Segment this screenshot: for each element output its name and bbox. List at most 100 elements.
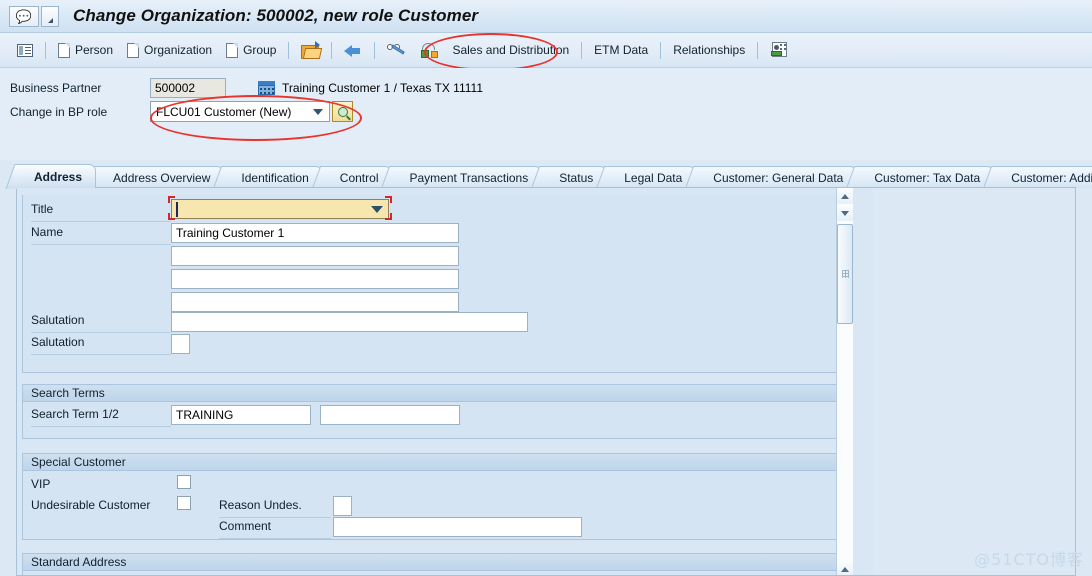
tab-label: Address — [34, 169, 83, 184]
search-term-2-input[interactable] — [320, 405, 460, 425]
toolbar-separator — [374, 41, 376, 59]
comment-input[interactable] — [333, 517, 582, 537]
name-group-body: Title Name Training Customer 1 Salutatio… — [23, 195, 849, 371]
scroll-grip-icon — [842, 270, 849, 278]
bp-role-row: Change in BP role FLCU01 Customer (New) — [10, 101, 353, 122]
toolbar-label-etm-data: ETM Data — [594, 43, 649, 57]
required-corner-marker — [385, 213, 392, 220]
tab-label: Customer: Tax Data — [874, 170, 981, 185]
field-underline — [219, 517, 331, 518]
tab-label: Control — [339, 170, 379, 185]
salutation-input-2[interactable] — [171, 334, 190, 354]
name-input-1[interactable]: Training Customer 1 — [171, 223, 459, 243]
glasses-pencil-icon — [387, 43, 407, 58]
toolbar-button-display-change[interactable] — [380, 38, 414, 63]
tab-customer-additional-data[interactable]: Customer: Additio — [993, 166, 1092, 188]
name-input-3[interactable] — [171, 269, 459, 289]
toolbar-separator — [757, 41, 759, 59]
field-underline — [219, 538, 331, 539]
toolbar-separator — [581, 41, 583, 59]
standard-address-group-title: Standard Address — [23, 554, 849, 571]
tab-legal-data[interactable]: Legal Data — [606, 166, 697, 188]
toolbar-button-back[interactable] — [337, 38, 369, 63]
bp-role-label: Change in BP role — [10, 104, 108, 119]
tab-customer-tax-data[interactable]: Customer: Tax Data — [856, 166, 995, 188]
salutation-label-1: Salutation — [31, 313, 85, 327]
field-underline — [31, 244, 171, 245]
business-partner-row: Business Partner 500002 Training Custome… — [10, 77, 483, 98]
scroll-up-icon — [841, 193, 849, 199]
scrollbar-thumb[interactable] — [837, 224, 853, 324]
tab-content-panel: Title Name Training Customer 1 Salutatio… — [16, 187, 1076, 576]
search-terms-group: Search Terms Search Term 1/2 TRAINING — [22, 384, 850, 439]
undesirable-customer-label: Undesirable Customer — [31, 498, 151, 512]
required-corner-marker — [168, 196, 175, 203]
field-underline — [31, 221, 171, 222]
text-cursor — [176, 202, 178, 217]
toolbar-button-group[interactable]: Group — [219, 38, 283, 63]
tab-address[interactable]: Address — [16, 164, 97, 188]
sap-window-icon[interactable]: 💬 — [9, 5, 39, 27]
toolbar-label-person: Person — [75, 43, 114, 57]
toolbar-label-organization: Organization — [144, 43, 213, 57]
tab-identification[interactable]: Identification — [223, 166, 323, 188]
business-partner-label: Business Partner — [10, 80, 102, 95]
field-underline — [31, 332, 171, 333]
building-icon — [258, 80, 275, 95]
toolbar-button-sales-and-distribution[interactable]: Sales and Distribution — [445, 38, 576, 63]
application-toolbar: Person Organization Group Sales and Dist… — [0, 33, 1092, 68]
form-scroll-area: Title Name Training Customer 1 Salutatio… — [17, 188, 855, 575]
tab-label: Legal Data — [624, 170, 683, 185]
business-partner-input[interactable]: 500002 — [150, 77, 226, 98]
sap-gui-window: 💬 Change Organization: 500002, new role … — [0, 0, 1092, 576]
scroll-down-button[interactable] — [837, 205, 853, 221]
list-icon — [17, 43, 33, 57]
bp-role-select[interactable]: FLCU01 Customer (New) — [150, 101, 330, 122]
scroll-bottom-button[interactable] — [837, 561, 853, 575]
open-folder-icon — [301, 40, 321, 59]
name-input-4[interactable] — [171, 292, 459, 312]
salutation-input-1[interactable] — [171, 312, 528, 332]
name-label: Name — [31, 225, 64, 239]
toolbar-button-person-card[interactable] — [763, 38, 796, 63]
search-term-1-input[interactable]: TRAINING — [171, 405, 311, 425]
toolbar-separator — [288, 41, 290, 59]
toolbar-separator — [660, 41, 662, 59]
name-group: Title Name Training Customer 1 Salutatio… — [22, 195, 850, 373]
special-customer-group: Special Customer VIP Undesirable Custome… — [22, 453, 850, 540]
tab-payment-transactions[interactable]: Payment Transactions — [391, 166, 543, 188]
menu-caret-icon[interactable] — [41, 5, 59, 27]
required-corner-marker — [168, 213, 175, 220]
title-dropdown[interactable] — [171, 199, 389, 219]
toolbar-label-group: Group — [243, 43, 277, 57]
toolbar-button-authorization[interactable] — [414, 38, 445, 63]
standard-address-group: Standard Address — [22, 553, 850, 575]
tab-label: Status — [559, 170, 594, 185]
tab-address-overview[interactable]: Address Overview — [95, 166, 225, 188]
chevron-down-icon — [371, 206, 383, 213]
name-input-2[interactable] — [171, 246, 459, 266]
undesirable-customer-checkbox[interactable] — [177, 496, 191, 510]
toolbar-button-person[interactable]: Person — [51, 38, 120, 63]
toolbar-button-list[interactable] — [10, 38, 40, 63]
toolbar-button-relationships[interactable]: Relationships — [666, 38, 752, 63]
search-help-button[interactable] — [332, 101, 353, 122]
tab-label: Payment Transactions — [409, 170, 529, 185]
search-term-label: Search Term 1/2 — [31, 407, 119, 421]
sap-window-glyph: 💬 — [15, 8, 33, 24]
search-terms-group-body: Search Term 1/2 TRAINING — [23, 402, 849, 438]
vertical-scrollbar[interactable] — [836, 188, 853, 575]
required-corner-marker — [385, 196, 392, 203]
tab-customer-general-data[interactable]: Customer: General Data — [695, 166, 858, 188]
reason-undesirable-input[interactable] — [333, 496, 352, 516]
scroll-down-icon — [841, 210, 849, 216]
toolbar-button-open[interactable] — [294, 38, 326, 63]
business-partner-header: Business Partner 500002 Training Custome… — [0, 68, 1092, 160]
toolbar-button-etm-data[interactable]: ETM Data — [587, 38, 655, 63]
window-title-bar: 💬 Change Organization: 500002, new role … — [0, 0, 1092, 33]
toolbar-button-organization[interactable]: Organization — [120, 38, 219, 63]
scroll-up-button[interactable] — [837, 188, 853, 204]
business-partner-description: Training Customer 1 / Texas TX 11111 — [282, 80, 483, 95]
panel-right-filler — [873, 188, 1075, 575]
vip-checkbox[interactable] — [177, 475, 191, 489]
